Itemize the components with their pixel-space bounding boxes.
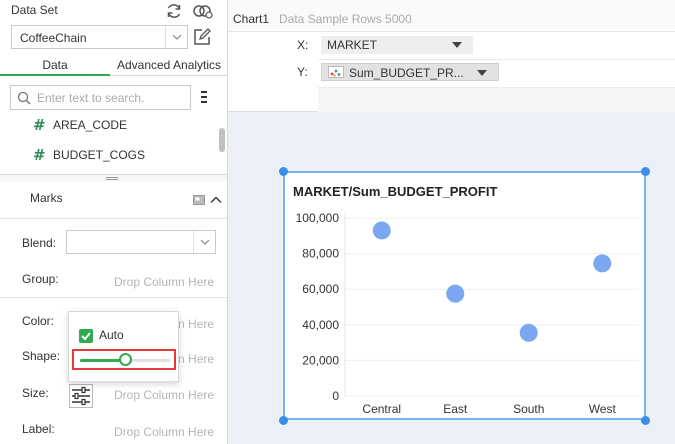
x-axis-label: X:	[297, 38, 309, 52]
chevron-down-icon	[172, 34, 182, 40]
tab-data[interactable]: Data	[0, 58, 110, 76]
left-panel: Data Set CoffeeChain Data Advanced Analy…	[0, 0, 228, 444]
caret-down-icon[interactable]	[452, 42, 462, 48]
dataset-dropdown-button[interactable]	[165, 26, 187, 48]
resize-handle-bottom-left[interactable]	[279, 416, 288, 425]
y-tick-label: 40,000	[302, 318, 339, 332]
y-field-pill[interactable]: Sum_BUDGET_PR...	[321, 63, 499, 81]
chevron-down-icon	[200, 239, 210, 245]
scatter-chart-icon	[328, 66, 344, 78]
y-tick-label: 20,000	[302, 353, 339, 367]
sliders-icon	[72, 386, 90, 406]
color-label: Color:	[22, 314, 55, 328]
group-label: Group:	[22, 272, 59, 286]
shape-label: Shape:	[22, 349, 61, 363]
resize-handle-top-right[interactable]	[641, 167, 650, 176]
resize-handle-bottom-right[interactable]	[641, 416, 650, 425]
grip-icon	[106, 177, 118, 180]
scatter-chart: MARKET/Sum_BUDGET_PROFIT 0 20,000 40,000 60…	[293, 184, 639, 416]
scatter-point	[372, 221, 391, 240]
size-settings-icon[interactable]	[69, 384, 93, 408]
dataset-label: Data Set	[11, 3, 58, 17]
scatter-point	[593, 254, 612, 273]
field-item-area-code[interactable]: # AREA_CODE	[0, 111, 215, 139]
numeric-field-icon: #	[33, 146, 46, 164]
y-tick-label: 80,000	[302, 247, 339, 261]
caret-down-icon[interactable]	[477, 70, 487, 76]
blend-dropdown-button[interactable]	[193, 231, 215, 253]
y-tick-label: 100,000	[296, 211, 340, 225]
group-drop-zone[interactable]: Drop Column Here	[114, 275, 214, 289]
blend-label: Blend:	[22, 236, 57, 250]
x-field-pill[interactable]: MARKET	[321, 36, 473, 54]
divider	[318, 59, 675, 60]
dataset-value: CoffeeChain	[20, 31, 87, 45]
refresh-icon[interactable]	[165, 2, 183, 20]
chart-title: MARKET/Sum_BUDGET_PROFIT	[293, 184, 497, 199]
field-search-input[interactable]	[37, 89, 187, 106]
slider-highlight	[72, 349, 176, 370]
numeric-field-icon: #	[33, 116, 46, 134]
color-size-popup: Auto	[68, 311, 179, 382]
size-drop-zone[interactable]: Drop Column Here	[114, 388, 214, 402]
field-name: BUDGET_COGS	[53, 148, 146, 162]
x-tick-label: South	[513, 402, 544, 416]
label-drop-zone[interactable]: Drop Column Here	[114, 425, 214, 439]
panel-splitter[interactable]	[0, 174, 227, 182]
chevron-up-icon[interactable]	[210, 194, 222, 206]
y-tick-label: 0	[332, 389, 339, 403]
marks-title: Marks	[30, 191, 63, 205]
chart-tab[interactable]: Chart1	[233, 12, 269, 26]
y-axis-label: Y:	[297, 65, 308, 79]
scatter-point	[446, 284, 465, 303]
auto-label: Auto	[99, 328, 124, 342]
edit-icon[interactable]	[193, 28, 211, 46]
field-name: AREA_CODE	[53, 118, 128, 132]
binding-pane: X: MARKET Y: Sum_BUDGET_PR...	[228, 32, 675, 112]
x-field-name: MARKET	[327, 38, 378, 52]
divider	[0, 218, 227, 219]
y-field-name: Sum_BUDGET_PR...	[349, 66, 464, 80]
x-tick-label: Central	[362, 402, 401, 416]
blend-select[interactable]	[66, 230, 216, 254]
size-label: Size:	[22, 386, 49, 400]
x-tick-label: East	[443, 402, 468, 416]
scatter-point	[519, 323, 538, 342]
dataset-link-icon[interactable]	[192, 2, 214, 20]
sample-rows-text: Data Sample Rows 5000	[279, 12, 412, 26]
binding-empty-row[interactable]	[318, 88, 675, 112]
tab-advanced-analytics[interactable]: Advanced Analytics	[110, 58, 228, 76]
x-tick-label: West	[589, 402, 617, 416]
field-list-scrollbar[interactable]	[219, 128, 225, 152]
auto-checkbox[interactable]	[79, 329, 93, 343]
label-label: Label:	[22, 422, 55, 436]
field-search-box	[10, 85, 191, 110]
chart-tab-bar: Chart1 Data Sample Rows 5000	[228, 0, 675, 32]
tag-icon[interactable]	[193, 194, 205, 206]
resize-handle-top-left[interactable]	[279, 167, 288, 176]
size-slider-thumb[interactable]	[118, 353, 132, 366]
field-item-budget-cogs[interactable]: # BUDGET_COGS	[0, 141, 215, 169]
divider	[0, 297, 227, 298]
y-tick-label: 60,000	[302, 282, 339, 296]
chart-container[interactable]: MARKET/Sum_BUDGET_PROFIT 0 20,000 40,000 60…	[283, 171, 646, 420]
search-icon	[17, 91, 31, 105]
dataset-select[interactable]: CoffeeChain	[11, 25, 188, 49]
field-menu-icon[interactable]	[200, 89, 208, 105]
check-icon	[81, 332, 91, 341]
